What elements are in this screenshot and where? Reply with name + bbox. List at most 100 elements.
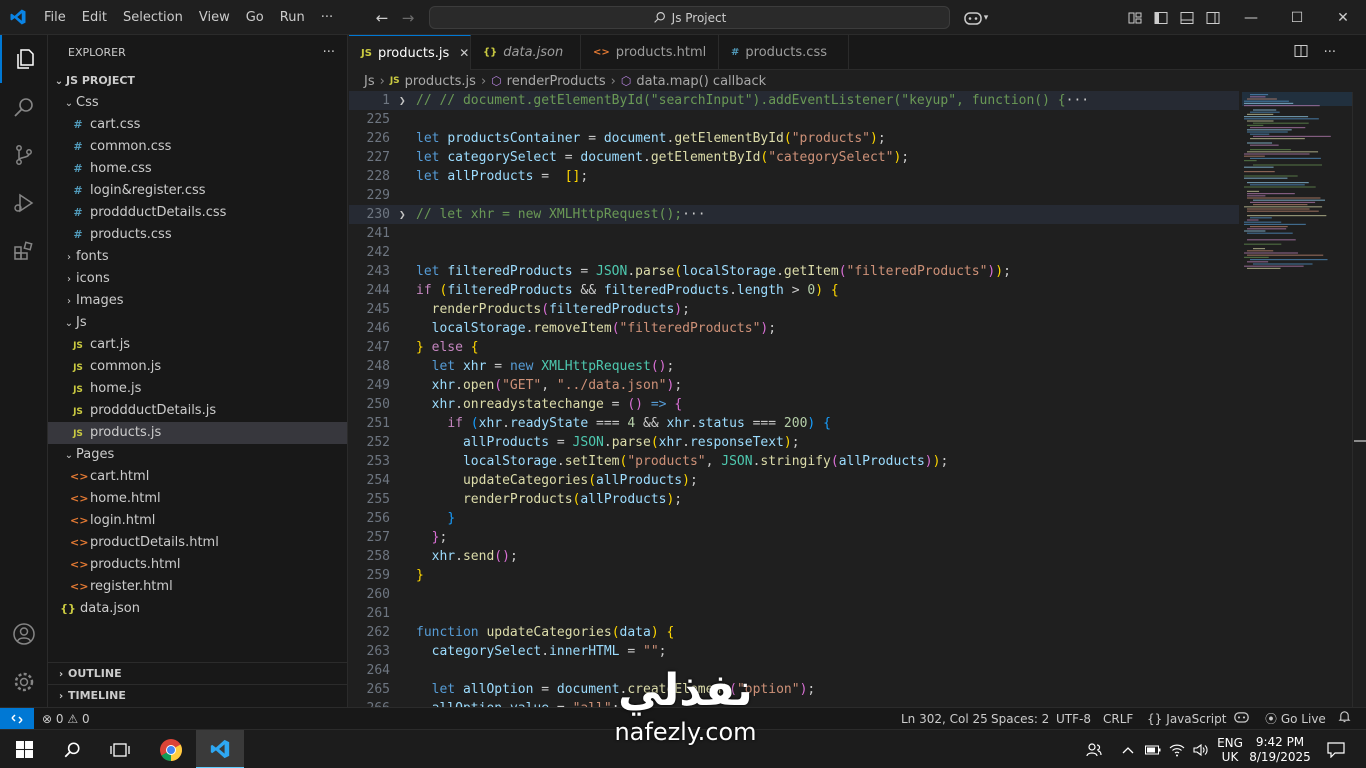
timeline-section[interactable]: › TIMELINE [48,684,347,706]
chrome-icon[interactable] [148,730,194,768]
copilot-status-icon[interactable] [1234,708,1249,730]
code-token: JSON [572,435,604,450]
code-token: = [603,397,628,412]
menu-item[interactable]: Run [272,0,313,35]
show-hidden-icons-chevron-icon[interactable] [1118,730,1138,768]
go-live-button[interactable]: ⦿ Go Live [1265,708,1326,730]
problems-indicator[interactable]: ⊗ 0 ⚠ 0 [42,708,90,730]
file-item[interactable]: # proddductDetails.css [48,202,347,224]
explorer-icon[interactable] [0,35,48,83]
split-editor-icon[interactable] [1294,44,1308,62]
file-item[interactable]: JS home.js [48,378,347,400]
braces-icon: {} [1147,712,1163,726]
code-line: 252 allProducts = JSON.parse(xhr.respons… [349,433,1239,452]
remote-indicator-icon[interactable] [0,708,34,730]
file-item[interactable]: <> products.html [48,554,347,576]
menu-item[interactable]: ··· [313,0,341,35]
taskbar-search-icon[interactable] [48,730,96,768]
file-item[interactable]: # home.css [48,158,347,180]
code-token: ; [439,530,448,545]
people-icon[interactable] [1080,730,1108,768]
encoding[interactable]: UTF-8 [1056,708,1091,730]
file-item[interactable]: JS cart.js [48,334,347,356]
search-icon[interactable] [0,83,48,131]
more-actions-button[interactable]: ··· [1324,45,1336,60]
folder-item[interactable]: ⌄ Js [48,312,347,334]
customize-layout-icon[interactable] [1122,0,1148,35]
windows-start-icon[interactable] [0,730,48,768]
file-item[interactable]: <> cart.html [48,466,347,488]
code-line: 229 [349,186,1239,205]
file-item[interactable]: JS proddductDetails.js [48,400,347,422]
code-line: 227 let categorySelect = document.getElem… [349,148,1239,167]
run-debug-icon[interactable] [0,179,48,227]
file-item[interactable]: {} data.json [48,598,347,620]
file-item[interactable]: # products.css [48,224,347,246]
folder-item[interactable]: ⌄ Css [48,92,347,114]
cursor-position[interactable]: Ln 302, Col 25 [901,708,988,730]
breadcrumb-item[interactable]: products.js [405,74,476,89]
breadcrumb-item[interactable]: renderProducts [507,74,606,89]
file-item[interactable]: JS products.js [48,422,347,444]
fold-chevron-icon[interactable]: ❯ [399,205,406,224]
wifi-icon[interactable] [1167,730,1187,768]
editor-scrollbar[interactable] [1352,92,1366,707]
minimize-button[interactable]: — [1228,0,1274,35]
code-editor[interactable]: 1 ❯ // // document.getElementById("searchI… [349,91,1239,716]
code-token: = [556,150,581,165]
extensions-icon[interactable] [0,227,48,275]
breadcrumb-item[interactable]: data.map() callback [636,74,766,89]
task-view-icon[interactable] [96,730,144,768]
close-tab-icon[interactable]: ✕ [459,46,469,60]
back-arrow-icon[interactable]: ← [369,9,395,27]
editor-tab[interactable]: JS products.js ✕ [349,35,471,70]
menu-item[interactable]: File [36,0,74,35]
file-item[interactable]: <> register.html [48,576,347,598]
menu-item[interactable]: Go [238,0,272,35]
toggle-secondary-sidebar-icon[interactable] [1200,0,1226,35]
editor-tab[interactable]: # products.css [719,35,849,70]
settings-gear-icon[interactable] [0,658,48,706]
line-ending[interactable]: CRLF [1103,708,1133,730]
outline-section[interactable]: › OUTLINE [48,662,347,684]
toggle-primary-sidebar-icon[interactable] [1148,0,1174,35]
folder-item[interactable]: › Images [48,290,347,312]
folder-item[interactable]: › fonts [48,246,347,268]
language-mode[interactable]: {} JavaScript [1147,708,1226,730]
fold-chevron-icon[interactable]: ❯ [399,91,406,110]
input-language-indicator[interactable]: ENG UK [1212,730,1248,768]
folder-item[interactable]: ⌄ Pages [48,444,347,466]
source-control-icon[interactable] [0,131,48,179]
file-item[interactable]: <> home.html [48,488,347,510]
minimap[interactable] [1242,92,1352,272]
forward-arrow-icon[interactable]: → [395,9,421,27]
copilot-icon[interactable]: ▾ [958,0,994,35]
notifications-bell-icon[interactable] [1338,708,1351,730]
file-item[interactable]: <> login.html [48,510,347,532]
indentation[interactable]: Spaces: 2 [991,708,1049,730]
account-icon[interactable] [0,610,48,658]
file-item[interactable]: # login&register.css [48,180,347,202]
file-item[interactable]: # common.css [48,136,347,158]
menu-item[interactable]: Selection [115,0,191,35]
battery-icon[interactable] [1143,730,1163,768]
maximize-button[interactable]: ☐ [1274,0,1320,35]
toggle-panel-icon[interactable] [1174,0,1200,35]
menu-item[interactable]: Edit [74,0,115,35]
editor-tab[interactable]: <> products.html [581,35,719,70]
file-item[interactable]: JS common.js [48,356,347,378]
more-actions-button[interactable]: ··· [323,45,335,60]
project-root[interactable]: ⌄ JS PROJECT [48,70,347,92]
clock[interactable]: 9:42 PM 8/19/2025 [1249,730,1311,768]
file-item[interactable]: <> productDetails.html [48,532,347,554]
volume-icon[interactable] [1190,730,1212,768]
command-center-search[interactable]: Js Project [429,6,950,29]
close-window-button[interactable]: ✕ [1320,0,1366,35]
menu-item[interactable]: View [191,0,238,35]
folder-item[interactable]: › icons [48,268,347,290]
editor-tab[interactable]: {} data.json [471,35,581,70]
file-item[interactable]: # cart.css [48,114,347,136]
vscode-taskbar-icon[interactable] [196,730,244,768]
breadcrumb-item[interactable]: Js [364,74,375,89]
notification-center-icon[interactable] [1316,730,1356,768]
